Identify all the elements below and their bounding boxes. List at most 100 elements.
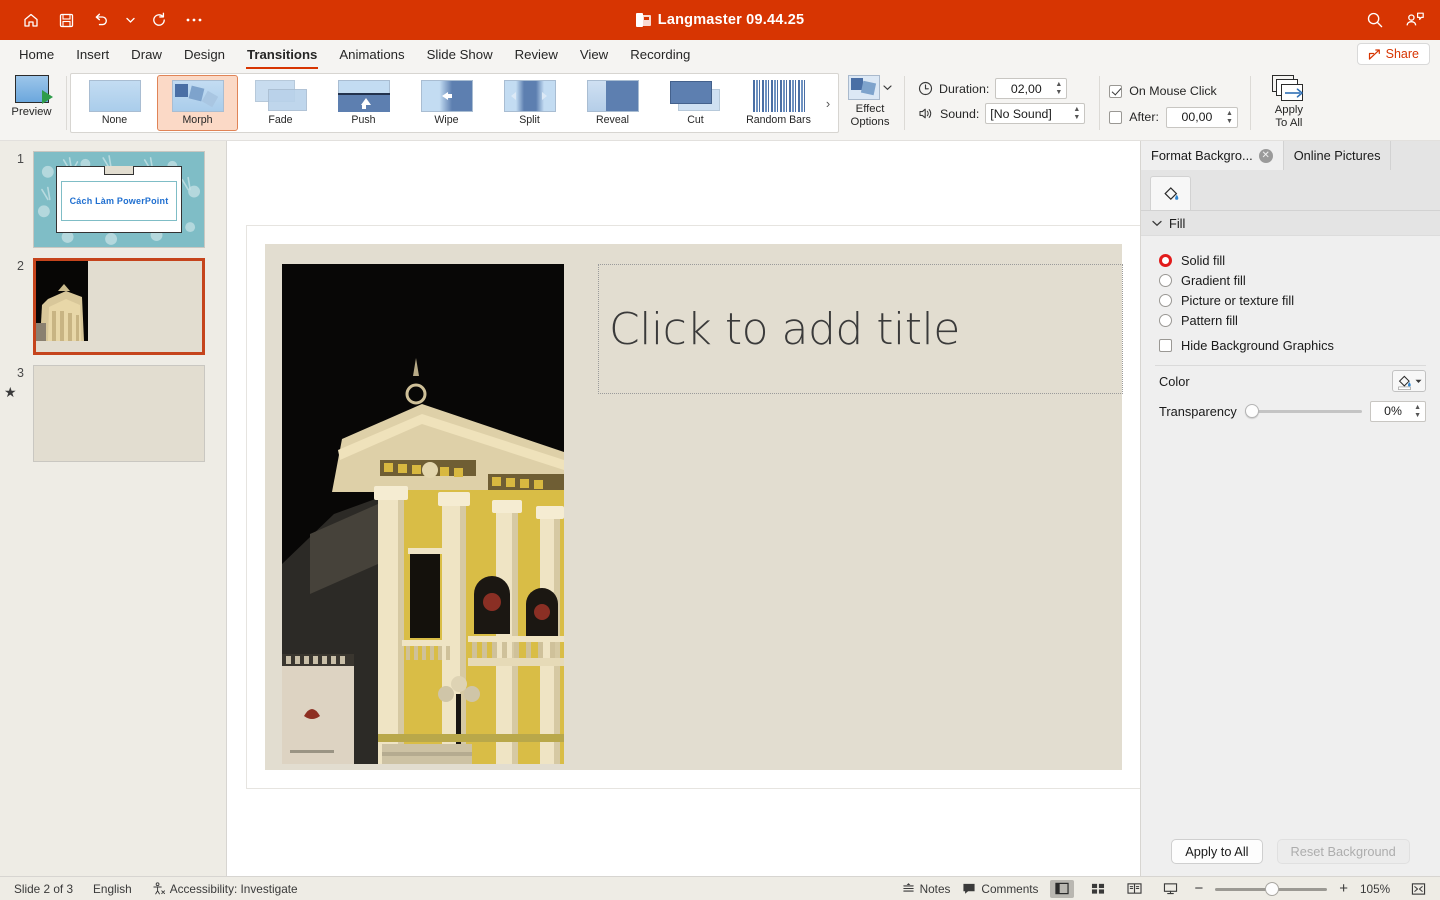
fill-option-pattern[interactable]: Pattern fill bbox=[1141, 310, 1440, 330]
after-input[interactable]: 00,00 ▲ ▼ bbox=[1165, 106, 1238, 128]
hide-background-graphics-checkbox[interactable] bbox=[1159, 338, 1172, 352]
format-background-panel: Format Backgro... ✕ Online Pictures Fill… bbox=[1140, 141, 1440, 876]
fit-to-window-button[interactable] bbox=[1406, 880, 1430, 898]
slider-handle[interactable] bbox=[1244, 404, 1259, 418]
sound-label: Sound: bbox=[940, 106, 980, 121]
tab-transitions[interactable]: Transitions bbox=[236, 43, 328, 70]
radio-solid-fill[interactable] bbox=[1159, 253, 1172, 267]
radio-gradient-fill[interactable] bbox=[1159, 273, 1172, 287]
transparency-slider[interactable] bbox=[1244, 404, 1362, 418]
apply-to-all-button[interactable]: Apply To All bbox=[1254, 69, 1324, 129]
language-indicator[interactable]: English bbox=[93, 882, 132, 896]
paint-bucket-icon[interactable] bbox=[1150, 176, 1191, 210]
duration-row: Duration: 02,00 ▲ ▼ bbox=[918, 76, 1085, 101]
tab-review[interactable]: Review bbox=[504, 43, 569, 67]
current-slide[interactable]: Click to add title bbox=[247, 226, 1140, 788]
color-picker-button[interactable] bbox=[1392, 370, 1426, 392]
sound-select[interactable]: [No Sound] ▲ ▼ bbox=[985, 103, 1086, 124]
transparency-input[interactable]: 0% ▲ ▼ bbox=[1370, 400, 1426, 422]
collaborators-icon[interactable] bbox=[1404, 9, 1426, 31]
slide-thumbnail-pane[interactable]: 1 Cách Làm PowerPoint 2 ★ 3 bbox=[0, 141, 227, 876]
comments-button[interactable]: Comments bbox=[962, 882, 1038, 896]
after-stepper[interactable]: ▲ ▼ bbox=[1226, 110, 1233, 125]
transition-thumb-random-bars bbox=[752, 80, 805, 112]
save-icon[interactable] bbox=[55, 9, 77, 31]
on-mouse-click-checkbox[interactable] bbox=[1109, 84, 1123, 98]
comments-label: Comments bbox=[981, 881, 1039, 896]
fill-section-header[interactable]: Fill bbox=[1141, 211, 1440, 236]
slide1-title-frame: Cách Làm PowerPoint bbox=[61, 181, 177, 221]
on-mouse-click-row[interactable]: On Mouse Click bbox=[1109, 78, 1238, 104]
undo-icon[interactable] bbox=[90, 9, 112, 31]
view-reading-button[interactable] bbox=[1122, 880, 1146, 898]
notes-button[interactable]: Notes bbox=[902, 882, 950, 896]
radio-picture-fill[interactable] bbox=[1159, 293, 1172, 307]
preview-button[interactable]: Preview bbox=[0, 69, 63, 119]
transition-cut[interactable]: Cut bbox=[655, 75, 736, 131]
hide-background-graphics-row[interactable]: Hide Background Graphics bbox=[1141, 334, 1440, 356]
zoom-slider-handle[interactable] bbox=[1265, 881, 1280, 896]
panel-tab-format-background[interactable]: Format Backgro... ✕ bbox=[1141, 141, 1284, 170]
duration-input[interactable]: 02,00 ▲ ▼ bbox=[995, 78, 1068, 99]
fill-option-gradient[interactable]: Gradient fill bbox=[1141, 270, 1440, 290]
tab-insert[interactable]: Insert bbox=[65, 43, 120, 67]
transition-none[interactable]: None bbox=[74, 75, 155, 131]
slide3-background bbox=[34, 366, 204, 461]
fill-option-picture-texture[interactable]: Picture or texture fill bbox=[1141, 290, 1440, 310]
thumbnail-number: 2 bbox=[17, 259, 24, 273]
transition-split[interactable]: Split bbox=[489, 75, 570, 131]
transparency-stepper[interactable]: ▲ ▼ bbox=[1414, 404, 1421, 419]
view-normal-button[interactable] bbox=[1050, 879, 1075, 898]
view-slideshow-button[interactable] bbox=[1158, 880, 1182, 898]
tab-draw[interactable]: Draw bbox=[120, 43, 173, 67]
zoom-out-button[interactable]: − bbox=[1194, 880, 1203, 897]
transition-push[interactable]: Push bbox=[323, 75, 404, 131]
sound-stepper[interactable]: ▲ ▼ bbox=[1073, 106, 1080, 121]
transition-fade[interactable]: Fade bbox=[240, 75, 321, 131]
more-options-icon[interactable] bbox=[183, 9, 205, 31]
slide-thumbnail-3[interactable] bbox=[33, 365, 205, 462]
duration-stepper[interactable]: ▲ ▼ bbox=[1055, 81, 1062, 96]
home-icon[interactable] bbox=[20, 9, 42, 31]
fill-option-label: Gradient fill bbox=[1181, 272, 1246, 288]
title-placeholder[interactable]: Click to add title bbox=[598, 264, 1123, 394]
tab-design[interactable]: Design bbox=[173, 43, 236, 67]
slide-canvas-area[interactable]: Click to add title bbox=[227, 141, 1140, 876]
tab-home[interactable]: Home bbox=[8, 43, 65, 67]
radio-pattern-fill[interactable] bbox=[1159, 313, 1172, 327]
zoom-level[interactable]: 105% bbox=[1360, 882, 1394, 896]
hide-background-graphics-label: Hide Background Graphics bbox=[1181, 337, 1334, 353]
title-bar-actions bbox=[1364, 9, 1426, 31]
slide-thumbnail-1[interactable]: Cách Làm PowerPoint bbox=[33, 151, 205, 248]
tab-animations[interactable]: Animations bbox=[328, 43, 415, 67]
chevron-right-icon[interactable]: › bbox=[820, 75, 836, 131]
share-button[interactable]: Share bbox=[1356, 43, 1430, 65]
thumbnail-number: 3 bbox=[17, 366, 24, 380]
slide-count[interactable]: Slide 2 of 3 bbox=[14, 882, 73, 896]
panel-tab-online-pictures[interactable]: Online Pictures bbox=[1284, 141, 1392, 170]
after-checkbox[interactable] bbox=[1109, 110, 1123, 124]
effect-options-button[interactable]: Effect Options bbox=[839, 69, 901, 128]
tab-slide-show[interactable]: Slide Show bbox=[416, 43, 504, 67]
slider-track bbox=[1244, 410, 1362, 413]
tab-recording[interactable]: Recording bbox=[619, 43, 701, 67]
slide-picture[interactable] bbox=[282, 264, 564, 764]
apply-to-all-icon bbox=[1271, 75, 1306, 101]
search-icon[interactable] bbox=[1364, 9, 1386, 31]
transition-random-bars[interactable]: Random Bars bbox=[738, 75, 819, 131]
transition-reveal[interactable]: Reveal bbox=[572, 75, 653, 131]
fill-option-solid[interactable]: Solid fill bbox=[1141, 250, 1440, 270]
close-icon[interactable]: ✕ bbox=[1258, 148, 1273, 163]
transition-wipe[interactable]: Wipe bbox=[406, 75, 487, 131]
after-row[interactable]: After: 00,00 ▲ ▼ bbox=[1109, 104, 1238, 130]
slide-thumbnail-2[interactable] bbox=[33, 258, 205, 355]
zoom-slider[interactable] bbox=[1215, 881, 1328, 896]
zoom-in-button[interactable]: + bbox=[1339, 880, 1348, 897]
undo-dropdown-icon[interactable] bbox=[125, 9, 135, 31]
view-slide-sorter-button[interactable] bbox=[1086, 880, 1110, 898]
accessibility-status[interactable]: Accessibility: Investigate bbox=[152, 882, 298, 896]
apply-to-all-panel-button[interactable]: Apply to All bbox=[1171, 839, 1263, 864]
transition-morph[interactable]: Morph bbox=[157, 75, 238, 131]
tab-view[interactable]: View bbox=[569, 43, 619, 67]
redo-icon[interactable] bbox=[148, 9, 170, 31]
